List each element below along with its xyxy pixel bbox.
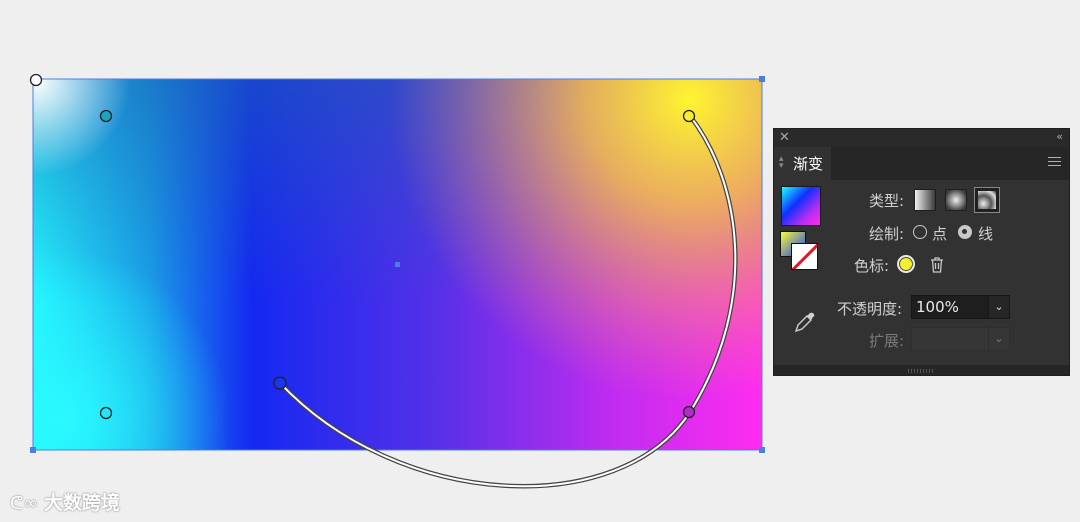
gradient-stop-top-left[interactable] [99, 109, 113, 123]
chevron-down-icon: ⌄ [994, 300, 1004, 313]
gradient-stop-corner[interactable] [29, 73, 43, 87]
panel-header-bar[interactable]: ✕ ‹‹ [774, 129, 1069, 147]
trash-icon[interactable] [930, 257, 944, 273]
selection-center-point [395, 262, 400, 267]
draw-label: 绘制: [869, 225, 905, 243]
type-label: 类型: [869, 192, 905, 210]
gradient-preview-swatch[interactable] [781, 186, 821, 226]
opacity-dropdown-button[interactable]: ⌄ [988, 295, 1010, 319]
spread-dropdown-button[interactable]: ⌄ [988, 327, 1010, 351]
linear-gradient-button[interactable] [914, 189, 936, 211]
gradient-stop-line-end[interactable] [682, 109, 696, 123]
stroke-none-swatch[interactable] [791, 243, 818, 270]
tab-gradient-label: 渐变 [793, 155, 824, 173]
draw-point-radio[interactable] [913, 225, 927, 239]
spread-field[interactable] [911, 327, 989, 351]
watermark-logo-icon: ᕦ∞ [10, 493, 44, 514]
selection-handle-bottom-right[interactable] [759, 447, 765, 453]
gradient-stop-line-middle[interactable] [682, 405, 696, 419]
eyedropper-icon[interactable] [794, 311, 816, 333]
draw-line-label: 线 [978, 225, 994, 243]
resize-grip-icon[interactable] [908, 369, 934, 373]
freeform-gradient-icon [978, 191, 996, 209]
gradient-stop-line-start[interactable] [273, 376, 287, 390]
hamburger-menu-icon[interactable] [1048, 157, 1061, 169]
spread-label: 扩展: [869, 332, 905, 350]
draw-point-label: 点 [932, 225, 948, 243]
color-stop-label: 色标: [854, 257, 890, 275]
gradient-panel: ✕ ‹‹ ▴ ▾ 渐变 类型: 绘制: 点 线 色标: 不透明度: 100% ⌄ … [773, 128, 1070, 376]
color-stop-swatch[interactable] [897, 255, 915, 273]
close-icon[interactable]: ✕ [779, 130, 790, 145]
tab-gradient[interactable]: ▴ ▾ 渐变 [774, 147, 831, 180]
draw-line-radio[interactable] [958, 225, 972, 239]
chevron-down-icon: ⌄ [994, 332, 1004, 345]
opacity-field[interactable]: 100% [911, 295, 989, 319]
expand-arrows-icon[interactable]: ▴ ▾ [779, 155, 784, 171]
panel-resize-bar[interactable] [774, 365, 1069, 375]
selection-handle-bottom-left[interactable] [30, 447, 36, 453]
radial-gradient-button[interactable] [945, 189, 967, 211]
collapse-panel-button[interactable]: ‹‹ [1056, 130, 1063, 143]
watermark-text: 大数跨境 [43, 492, 120, 514]
freeform-gradient-button[interactable] [974, 187, 1000, 213]
opacity-label: 不透明度: [837, 300, 903, 318]
gradient-stop-bottom-left[interactable] [99, 406, 113, 420]
panel-tab-bar: ▴ ▾ 渐变 [774, 147, 1069, 180]
watermark: ᕦ∞ 大数跨境 [10, 488, 120, 515]
selection-handle-top-right[interactable] [759, 76, 765, 82]
